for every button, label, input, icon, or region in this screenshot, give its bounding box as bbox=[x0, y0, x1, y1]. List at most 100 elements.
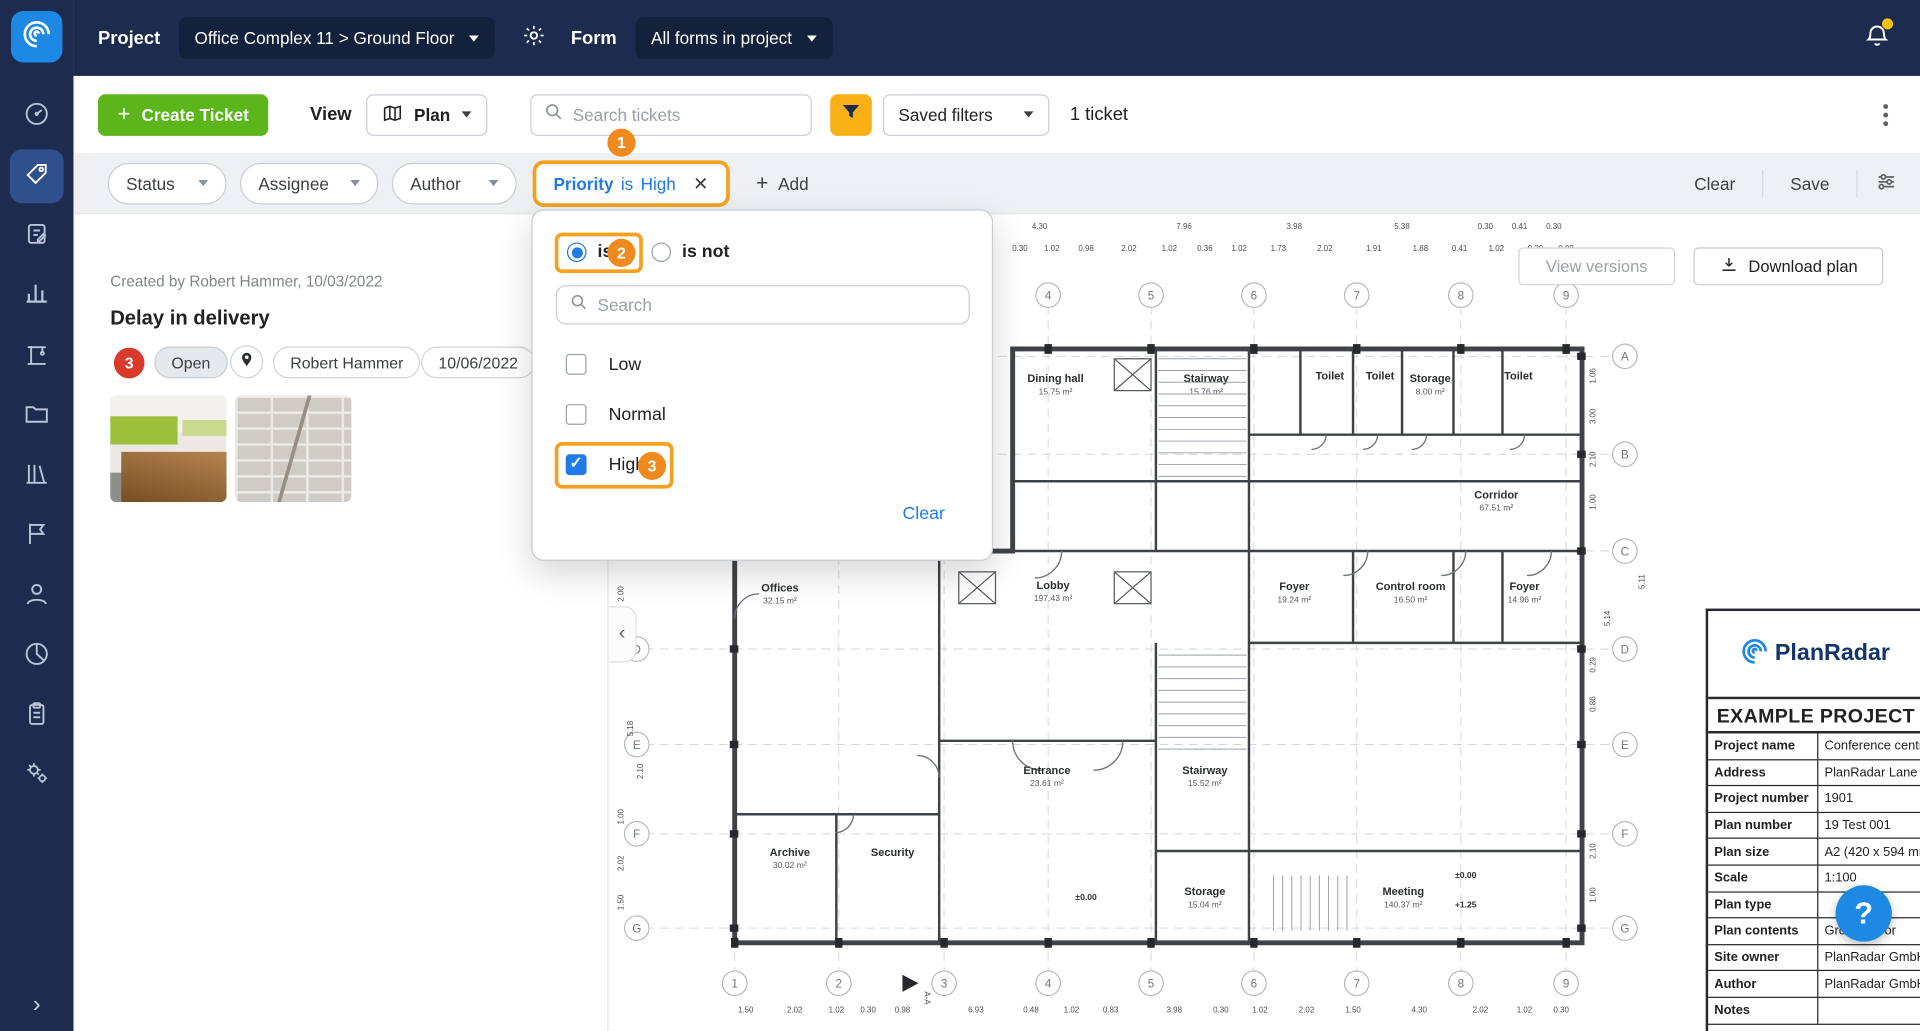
titleblock-row: AuthorPlanRadar GmbH bbox=[1708, 971, 1920, 997]
sidebar-item-library[interactable] bbox=[10, 449, 64, 503]
option-row-high[interactable]: High bbox=[566, 454, 645, 475]
sidebar-expand-chevron[interactable]: › bbox=[0, 992, 73, 1019]
checkbox-high[interactable] bbox=[566, 454, 587, 475]
form-selector[interactable]: All forms in project bbox=[635, 17, 832, 59]
ticket-photo-brick-wall[interactable] bbox=[235, 396, 351, 503]
titleblock-table: Project nameConference centreAddressPlan… bbox=[1708, 733, 1920, 1024]
tag-icon bbox=[23, 160, 50, 193]
plan-dim-label: 0.41 bbox=[1452, 244, 1468, 253]
search-tickets-input[interactable] bbox=[573, 105, 798, 125]
grid-bubble-label: 1 bbox=[731, 978, 737, 991]
sidebar-item-flags[interactable] bbox=[10, 509, 64, 563]
step-badge-3: 3 bbox=[638, 452, 666, 480]
planradar-logo[interactable] bbox=[11, 11, 62, 62]
titleblock-heading: EXAMPLE PROJECT bbox=[1708, 697, 1920, 734]
flag-icon bbox=[23, 520, 50, 553]
checkbox-normal[interactable] bbox=[566, 404, 587, 425]
option-row-low[interactable]: Low bbox=[566, 354, 641, 375]
form-icon bbox=[23, 220, 50, 253]
project-settings-gear-icon[interactable] bbox=[522, 23, 546, 54]
project-selector[interactable]: Office Complex 11 > Ground Floor bbox=[179, 17, 495, 59]
sidebar-item-dashboard[interactable] bbox=[10, 89, 64, 143]
ticket-photo-room[interactable] bbox=[110, 396, 226, 503]
divider bbox=[1856, 170, 1857, 197]
remove-filter-icon[interactable]: ✕ bbox=[693, 172, 708, 194]
overflow-menu[interactable] bbox=[1883, 103, 1888, 125]
plan-dim-label: 1.00 bbox=[616, 808, 625, 824]
popup-clear-link[interactable]: Clear bbox=[902, 504, 944, 524]
radio-is[interactable]: is bbox=[567, 242, 612, 262]
plan-room-label: Storage bbox=[1184, 886, 1225, 898]
radio-input-is[interactable] bbox=[567, 242, 587, 262]
ticket-title[interactable]: Delay in delivery bbox=[110, 307, 269, 330]
dashboard-icon bbox=[23, 100, 50, 133]
sidebar-item-site[interactable] bbox=[10, 329, 64, 383]
project-label: Project bbox=[98, 28, 160, 49]
plan-dim-label: 1.73 bbox=[1271, 244, 1287, 253]
download-plan-button[interactable]: Download plan bbox=[1693, 247, 1883, 285]
author-filter-chip[interactable]: Author bbox=[392, 162, 517, 204]
plan-dim-label: 1.02 bbox=[1162, 244, 1178, 253]
plan-collapse-handle[interactable]: ‹ bbox=[609, 606, 637, 662]
plan-dim-label: 0.83 bbox=[1103, 1006, 1119, 1015]
plan-room-label: Dining hall bbox=[1027, 373, 1083, 385]
plan-dim-label: 0.30 bbox=[1478, 222, 1494, 231]
person-icon bbox=[23, 580, 50, 613]
titleblock-row: Notes bbox=[1708, 998, 1920, 1024]
filter-settings-icon[interactable] bbox=[1875, 170, 1898, 197]
plan-view-label: Plan bbox=[414, 105, 450, 125]
priority-filter-chip[interactable]: Priority is High ✕ bbox=[533, 160, 730, 207]
ticket-status-badge[interactable]: Open bbox=[154, 347, 227, 379]
grid-bubble-label: D bbox=[1621, 643, 1629, 656]
ticket-location-pin[interactable] bbox=[230, 345, 263, 378]
sidebar-item-tasks[interactable] bbox=[10, 209, 64, 263]
grid-bubble-label: 3 bbox=[941, 978, 947, 991]
search-icon bbox=[569, 293, 587, 317]
clear-filters-button[interactable]: Clear bbox=[1684, 173, 1745, 193]
radio-input-is-not[interactable] bbox=[651, 242, 671, 262]
plan-dim-label: 2.10 bbox=[1589, 451, 1598, 467]
save-filters-button[interactable]: Save bbox=[1781, 173, 1840, 193]
assignee-filter-chip[interactable]: Assignee bbox=[240, 162, 378, 204]
view-label: View bbox=[310, 104, 352, 125]
chevron-down-icon bbox=[807, 35, 817, 41]
saved-filters-selector[interactable]: Saved filters bbox=[882, 94, 1049, 136]
sidebar-item-settings[interactable] bbox=[10, 748, 64, 802]
filter-button[interactable] bbox=[830, 94, 872, 136]
option-row-normal[interactable]: Normal bbox=[566, 404, 666, 425]
sidebar-item-documents[interactable] bbox=[10, 389, 64, 443]
radio-is-not[interactable]: is not bbox=[651, 242, 729, 262]
plan-room-area: 67.51 m² bbox=[1479, 503, 1513, 513]
plan-dim-label: 0.30 bbox=[1546, 222, 1562, 231]
sidebar-item-templates[interactable] bbox=[10, 689, 64, 743]
checkbox-low[interactable] bbox=[566, 354, 587, 375]
sidebar-item-contacts[interactable] bbox=[10, 569, 64, 623]
chevron-down-icon bbox=[469, 35, 479, 41]
add-filter-button[interactable]: + Add bbox=[756, 171, 808, 195]
sidebar-item-statistics[interactable] bbox=[10, 268, 64, 322]
plan-dim-label: 1.02 bbox=[1489, 244, 1505, 253]
notifications-bell[interactable] bbox=[1864, 21, 1891, 54]
status-filter-chip[interactable]: Status bbox=[108, 162, 227, 204]
plan-view-selector[interactable]: Plan bbox=[366, 94, 487, 136]
plan-room-label: Archive bbox=[770, 847, 810, 859]
option-low-label: Low bbox=[609, 354, 642, 374]
plan-room-area: 14.96 m² bbox=[1508, 594, 1542, 604]
plan-dim-label: 2.02 bbox=[787, 1006, 803, 1015]
sidebar-item-tickets[interactable] bbox=[10, 149, 64, 203]
chevron-down-icon bbox=[461, 111, 471, 117]
plan-room-area: 15.52 m² bbox=[1188, 778, 1222, 788]
sidebar-item-reports[interactable] bbox=[10, 629, 64, 683]
ticket-created-text: Created by Robert Hammer, 10/03/2022 bbox=[110, 273, 382, 290]
grid-bubble-label: 4 bbox=[1045, 289, 1052, 302]
plan-dim-label: 0.30 bbox=[860, 1006, 876, 1015]
grid-bubble-label: E bbox=[633, 739, 641, 752]
create-ticket-button[interactable]: + Create Ticket bbox=[98, 94, 268, 136]
help-button[interactable]: ? bbox=[1836, 885, 1892, 941]
view-versions-button[interactable]: View versions bbox=[1518, 247, 1675, 285]
plan-dim-label: 0.30 bbox=[1012, 244, 1028, 253]
plan-dim-label: 1.06 bbox=[1589, 368, 1598, 384]
popup-search-input[interactable] bbox=[598, 295, 957, 315]
plan-dim-label: 0.36 bbox=[1197, 244, 1213, 253]
plan-room-label: Storage bbox=[1410, 373, 1451, 385]
